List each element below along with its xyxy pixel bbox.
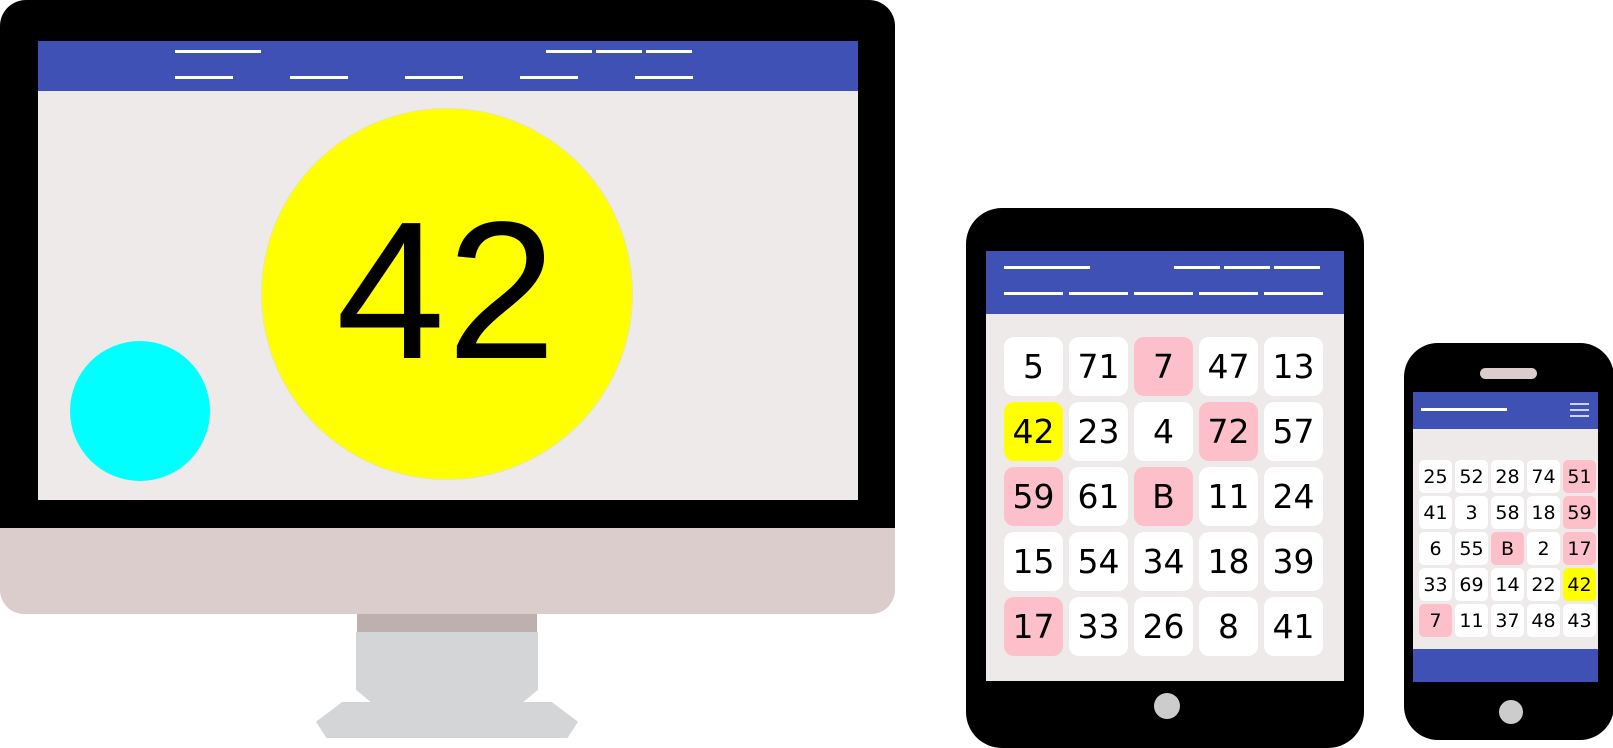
phone-cell[interactable]: 17 [1563,532,1596,565]
tablet-cell[interactable]: 23 [1069,402,1128,461]
tablet-cell[interactable]: 33 [1069,597,1128,656]
tablet-navbar [986,251,1344,314]
called-number: 42 [335,180,558,400]
tablet-cell[interactable]: 42 [1004,402,1063,461]
desktop-monitor-foot [316,702,578,738]
tablet-cell[interactable]: 34 [1134,532,1193,591]
phone-cell[interactable]: 14 [1491,568,1524,601]
phone-cell[interactable]: 48 [1527,604,1560,637]
phone-cell[interactable]: 28 [1491,460,1524,493]
tablet-cell[interactable]: 57 [1264,402,1323,461]
tablet-cell[interactable]: 7 [1134,337,1193,396]
tablet-cell[interactable]: 15 [1004,532,1063,591]
tablet-cell[interactable]: 18 [1199,532,1258,591]
phone-cell[interactable]: 11 [1455,604,1488,637]
phone-cell[interactable]: 2 [1527,532,1560,565]
phone-navbar [1413,392,1598,429]
tablet-cell[interactable]: 72 [1199,402,1258,461]
tablet-cell[interactable]: 54 [1069,532,1128,591]
nav-link-placeholder[interactable] [646,50,692,53]
nav-link-placeholder[interactable] [290,76,348,79]
phone-cell[interactable]: 51 [1563,460,1596,493]
nav-link-placeholder[interactable] [1174,266,1220,269]
phone-free-cell[interactable]: B [1491,532,1524,565]
phone-cell[interactable]: 33 [1419,568,1452,601]
tablet-cell[interactable]: 47 [1199,337,1258,396]
phone-cell[interactable]: 41 [1419,496,1452,529]
nav-link-placeholder[interactable] [520,76,578,79]
tablet-cell[interactable]: 24 [1264,467,1323,526]
phone-cell[interactable]: 58 [1491,496,1524,529]
nav-link-placeholder[interactable] [1264,292,1323,295]
phone-cell[interactable]: 7 [1419,604,1452,637]
desktop-screen: 42 [38,41,858,500]
nav-link-placeholder[interactable] [1199,292,1258,295]
called-number-ball: 42 [262,109,632,479]
nav-link-placeholder[interactable] [596,50,642,53]
tablet-cell[interactable]: 39 [1264,532,1323,591]
nav-link-placeholder[interactable] [546,50,592,53]
tablet-cell[interactable]: 5 [1004,337,1063,396]
phone-cell[interactable]: 55 [1455,532,1488,565]
nav-link-placeholder[interactable] [1004,292,1063,295]
phone-cell[interactable]: 69 [1455,568,1488,601]
tablet-cell[interactable]: 4 [1134,402,1193,461]
nav-link-placeholder[interactable] [1224,266,1270,269]
tablet-cell[interactable]: 8 [1199,597,1258,656]
nav-title-placeholder [175,50,261,53]
nav-link-placeholder[interactable] [175,76,233,79]
desktop-monitor-chin [0,528,895,614]
tablet-cell[interactable]: 13 [1264,337,1323,396]
nav-title-placeholder [1004,266,1090,269]
tablet-cell[interactable]: 26 [1134,597,1193,656]
desktop-navbar [38,41,858,91]
desktop-monitor-neck [357,614,537,632]
phone-cell[interactable]: 22 [1527,568,1560,601]
phone-cell[interactable]: 59 [1563,496,1596,529]
home-button-icon[interactable] [1154,693,1180,719]
hamburger-menu-icon[interactable] [1570,403,1589,417]
tablet-cell[interactable]: 17 [1004,597,1063,656]
tablet-cell[interactable]: 11 [1199,467,1258,526]
phone-speaker [1480,368,1537,379]
tablet-cell[interactable]: 41 [1264,597,1323,656]
nav-link-placeholder[interactable] [635,76,693,79]
tablet-cell[interactable]: 59 [1004,467,1063,526]
phone-cell[interactable]: 43 [1563,604,1596,637]
nav-title-placeholder [1421,408,1507,411]
nav-link-placeholder[interactable] [1069,292,1128,295]
phone-cell[interactable]: 42 [1563,568,1596,601]
home-button-icon[interactable] [1499,700,1523,724]
phone-cell[interactable]: 18 [1527,496,1560,529]
phone-cell[interactable]: 52 [1455,460,1488,493]
tablet-cell[interactable]: 71 [1069,337,1128,396]
phone-cell[interactable]: 37 [1491,604,1524,637]
tablet-bingo-card: 5 71 7 47 13 42 23 4 72 57 59 61 B 11 24 15 54 34 18 39 17 33… [1004,337,1323,656]
phone-cell[interactable]: 3 [1455,496,1488,529]
nav-link-placeholder[interactable] [405,76,463,79]
phone-cell[interactable]: 74 [1527,460,1560,493]
tablet-screen: 5 71 7 47 13 42 23 4 72 57 59 61 B 11 24 15 54 34 18 39 17 33… [986,251,1344,681]
phone-screen: 25 52 28 74 51 41 3 58 18 59 6 55 B 2 17 33 69 14 22 42 7 11 3… [1413,392,1598,682]
tablet-cell[interactable]: 61 [1069,467,1128,526]
secondary-ball [70,341,210,481]
phone-bingo-card: 25 52 28 74 51 41 3 58 18 59 6 55 B 2 17 33 69 14 22 42 7 11 3… [1419,460,1596,637]
nav-link-placeholder[interactable] [1274,266,1320,269]
phone-footer-bar [1413,649,1598,682]
phone-cell[interactable]: 25 [1419,460,1452,493]
phone-cell[interactable]: 6 [1419,532,1452,565]
desktop-monitor-stand [356,632,538,708]
tablet-free-cell[interactable]: B [1134,467,1193,526]
nav-link-placeholder[interactable] [1134,292,1193,295]
